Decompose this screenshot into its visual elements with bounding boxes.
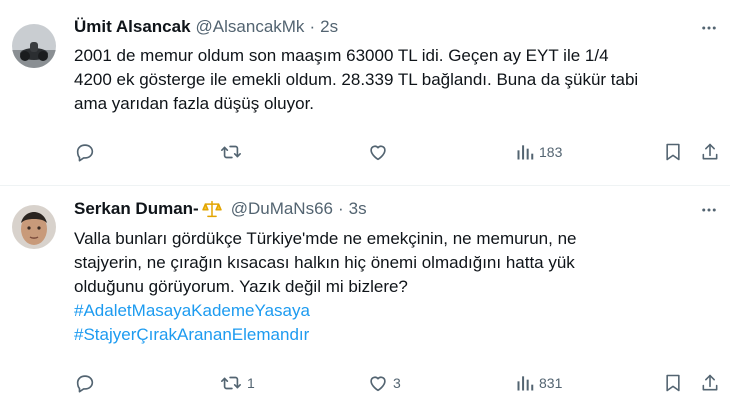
like-count: 3 [393,375,401,391]
author-handle[interactable]: @DuMaNs66 [231,199,333,219]
share-icon [700,141,720,163]
separator: · [338,199,344,218]
hashtag-link[interactable]: #AdaletMasayaKademeYasaya [74,299,714,323]
tweet-text-line: stajyerin, ne çırağın kısacası halkın hi… [74,253,575,272]
like-button[interactable]: 3 [367,371,401,395]
tweet-header: Serkan Duman- @DuMaNs66 · 3s [74,199,367,219]
views-button[interactable]: 831 [515,371,562,395]
views-count: 183 [539,144,563,160]
retweet-button[interactable] [219,140,247,164]
action-bar: 183 [0,140,730,164]
tweet-text: 2001 de memur oldum son maaşım 63000 TL … [74,44,714,116]
reply-icon [74,141,96,163]
tweet-text-line: 4200 ek gösterge ile emekli oldum. 28.33… [74,70,639,89]
reply-button[interactable] [74,371,100,395]
avatar[interactable] [12,205,56,249]
views-count: 831 [539,375,563,391]
heart-icon [367,141,389,163]
timestamp[interactable]: 2s [320,17,338,37]
action-bar: 1 3 831 [0,371,730,395]
share-icon [700,372,720,394]
share-button[interactable] [700,371,720,395]
tweet-text-line: 2001 de memur oldum son maaşım 63000 TL … [74,46,609,65]
separator: · [309,17,316,36]
retweet-icon [219,141,243,163]
tweet-1[interactable]: Ümit Alsancak @AlsancakMk · 2s 2001 de m… [0,0,730,186]
author-handle[interactable]: @AlsancakMk [196,17,305,37]
scales-icon [201,200,222,218]
retweet-icon [219,372,243,394]
tweet-2[interactable]: Serkan Duman- @DuMaNs66 · 3s Valla bunla… [0,187,730,420]
avatar[interactable] [12,24,56,68]
views-icon [515,142,535,162]
views-icon [515,373,535,393]
share-button[interactable] [700,140,720,164]
bookmark-icon [663,372,683,394]
reply-icon [74,372,96,394]
bookmark-button[interactable] [663,140,683,164]
hashtag-link[interactable]: #StajyerÇırakArananElemandır [74,323,714,347]
author-name[interactable]: Serkan Duman- [74,199,199,219]
like-button[interactable] [367,140,393,164]
author-name[interactable]: Ümit Alsancak [74,17,191,37]
more-options-icon[interactable] [698,17,720,39]
tweet-text: Valla bunları gördükçe Türkiye'mde ne em… [74,227,714,347]
bookmark-icon [663,141,683,163]
retweet-button[interactable]: 1 [219,371,255,395]
heart-icon [367,372,389,394]
tweet-text-line: Valla bunları gördükçe Türkiye'mde ne em… [74,229,577,248]
views-button[interactable]: 183 [515,140,562,164]
tweet-text-line: olduğunu görüyorum. Yazık değil mi bizle… [74,277,408,296]
timestamp[interactable]: 3s [349,199,367,219]
tweet-header: Ümit Alsancak @AlsancakMk · 2s [74,17,338,37]
bookmark-button[interactable] [663,371,683,395]
tweet-text-line: ama yarıdan fazla düşüş oluyor. [74,94,315,113]
reply-button[interactable] [74,140,100,164]
retweet-count: 1 [247,375,255,391]
more-options-icon[interactable] [698,199,720,221]
